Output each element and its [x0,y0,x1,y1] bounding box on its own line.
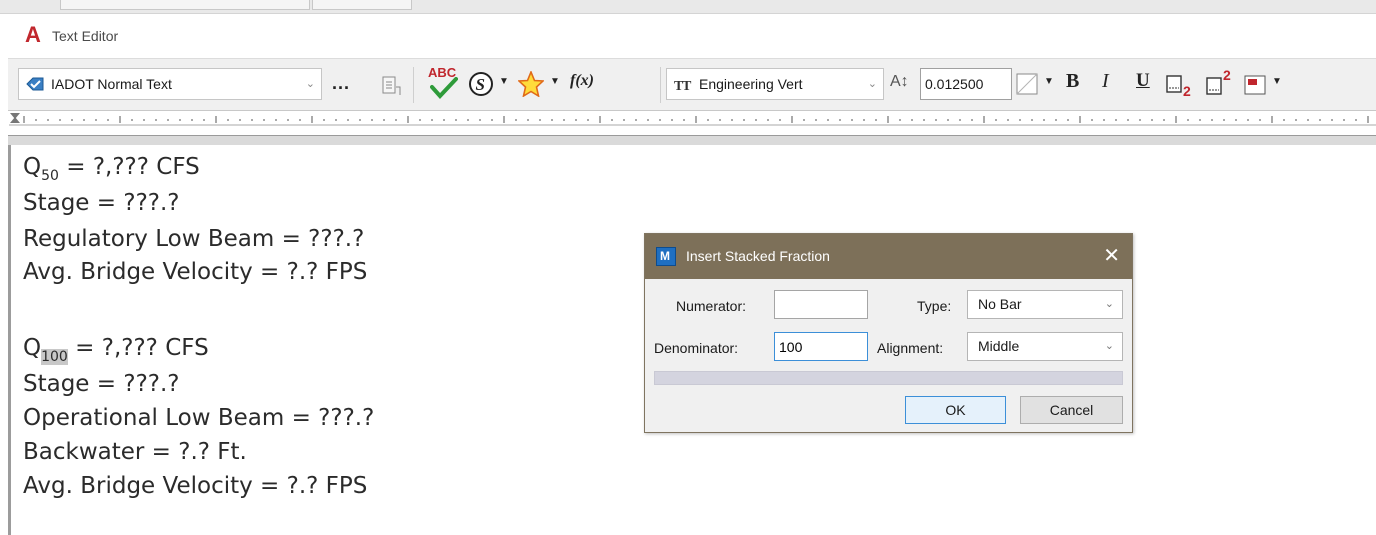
chevron-down-icon: ⌄ [305,78,315,90]
font-value: Engineering Vert [699,76,803,92]
editor-line: Q100 = ?,??? CFS [23,335,209,365]
insert-stacked-fraction-dialog: M Insert Stacked Fraction ✕ Numerator: D… [644,233,1133,433]
alignment-dropdown[interactable]: Middle ⌄ [967,332,1123,361]
selected-text: 100 [41,349,68,365]
editor-line: Operational Low Beam = ???.? [23,405,375,431]
subscript-button[interactable]: 2 [1166,71,1198,99]
chevron-down-icon: ⌄ [1104,298,1114,310]
cancel-button[interactable]: Cancel [1020,396,1123,424]
alignment-value: Middle [978,338,1020,354]
more-options-button[interactable]: ... [332,73,350,94]
editor-line: Stage = ???.? [23,371,180,397]
check-mark-icon [430,77,458,99]
text-height-icon: A↕ [890,73,909,90]
svg-text:S: S [476,75,485,94]
paragraph-format-icon[interactable] [1244,75,1266,95]
numerator-field[interactable] [774,290,868,319]
denominator-field[interactable] [774,332,868,361]
bold-button[interactable]: B [1066,70,1079,93]
background-tab [60,0,310,10]
editor-line: Avg. Bridge Velocity = ?.? FPS [23,259,368,285]
microstation-icon: M [656,247,676,266]
subscript-box-icon [1166,75,1182,93]
superscript-box-icon [1206,77,1222,95]
symbol-dropdown-arrow-icon[interactable]: ▼ [499,76,509,87]
font-dropdown[interactable]: T T Engineering Vert ⌄ [666,68,884,100]
editor-line: Regulatory Low Beam = ???.? [23,226,365,252]
text-editor-app-icon: A [25,22,41,47]
italic-button[interactable]: I [1102,70,1109,93]
preview-bar [654,371,1123,385]
title-bar: A Text Editor [8,14,1376,58]
type-dropdown[interactable]: No Bar ⌄ [967,290,1123,319]
formatting-toolbar: IADOT Normal Text ⌄ ... ABC S ▼ ▼ f(x) T… [8,58,1376,110]
editor-line: Avg. Bridge Velocity = ?.? FPS [23,473,368,499]
background-window-strip [0,0,1376,14]
star-icon[interactable] [518,71,544,97]
alignment-label: Alignment: [877,340,944,356]
denominator-label: Denominator: [654,340,739,356]
insert-field-icon[interactable] [381,75,403,97]
subscript-label: 2 [1183,83,1191,99]
text-color-swatch-icon[interactable] [1016,73,1038,95]
dialog-title: Insert Stacked Fraction [686,248,830,264]
svg-text:T: T [682,79,692,93]
color-dropdown-arrow-icon[interactable]: ▼ [1044,76,1054,87]
close-icon[interactable]: ✕ [1103,243,1120,268]
toolbar-separator [660,67,661,103]
editor-line: Backwater = ?.? Ft. [23,439,247,465]
type-label: Type: [917,298,952,314]
font-type-icon: T T [674,79,692,93]
text-style-value: IADOT Normal Text [51,76,172,92]
type-value: No Bar [978,296,1022,312]
paragraph-dropdown-arrow-icon[interactable]: ▼ [1272,76,1282,87]
superscript-label: 2 [1223,67,1231,83]
ruler-ticks [9,113,1376,126]
superscript-button[interactable]: 2 [1206,67,1238,99]
ok-button[interactable]: OK [905,396,1006,424]
underline-button[interactable]: U [1136,70,1150,92]
dialog-title-bar: M Insert Stacked Fraction ✕ [645,234,1132,279]
toolbar-separator [413,67,414,103]
spell-check-button[interactable]: ABC [426,65,464,103]
text-height-field[interactable]: 0.012500 [920,68,1012,100]
window-title: Text Editor [52,28,119,44]
text-height-value: 0.012500 [925,76,984,92]
function-button[interactable]: f(x) [570,72,594,90]
chevron-down-icon: ⌄ [867,78,877,90]
text-style-dropdown[interactable]: IADOT Normal Text ⌄ [18,68,322,100]
text-style-icon [26,77,44,91]
background-tab [312,0,412,10]
star-dropdown-arrow-icon[interactable]: ▼ [550,76,560,87]
special-symbol-icon[interactable]: S [468,71,494,97]
numerator-label: Numerator: [676,298,747,314]
editor-top-border [8,136,1376,145]
editor-line: Stage = ???.? [23,190,180,216]
editor-line: Q50 = ?,??? CFS [23,154,200,184]
ruler [8,110,1376,136]
chevron-down-icon: ⌄ [1104,340,1114,352]
